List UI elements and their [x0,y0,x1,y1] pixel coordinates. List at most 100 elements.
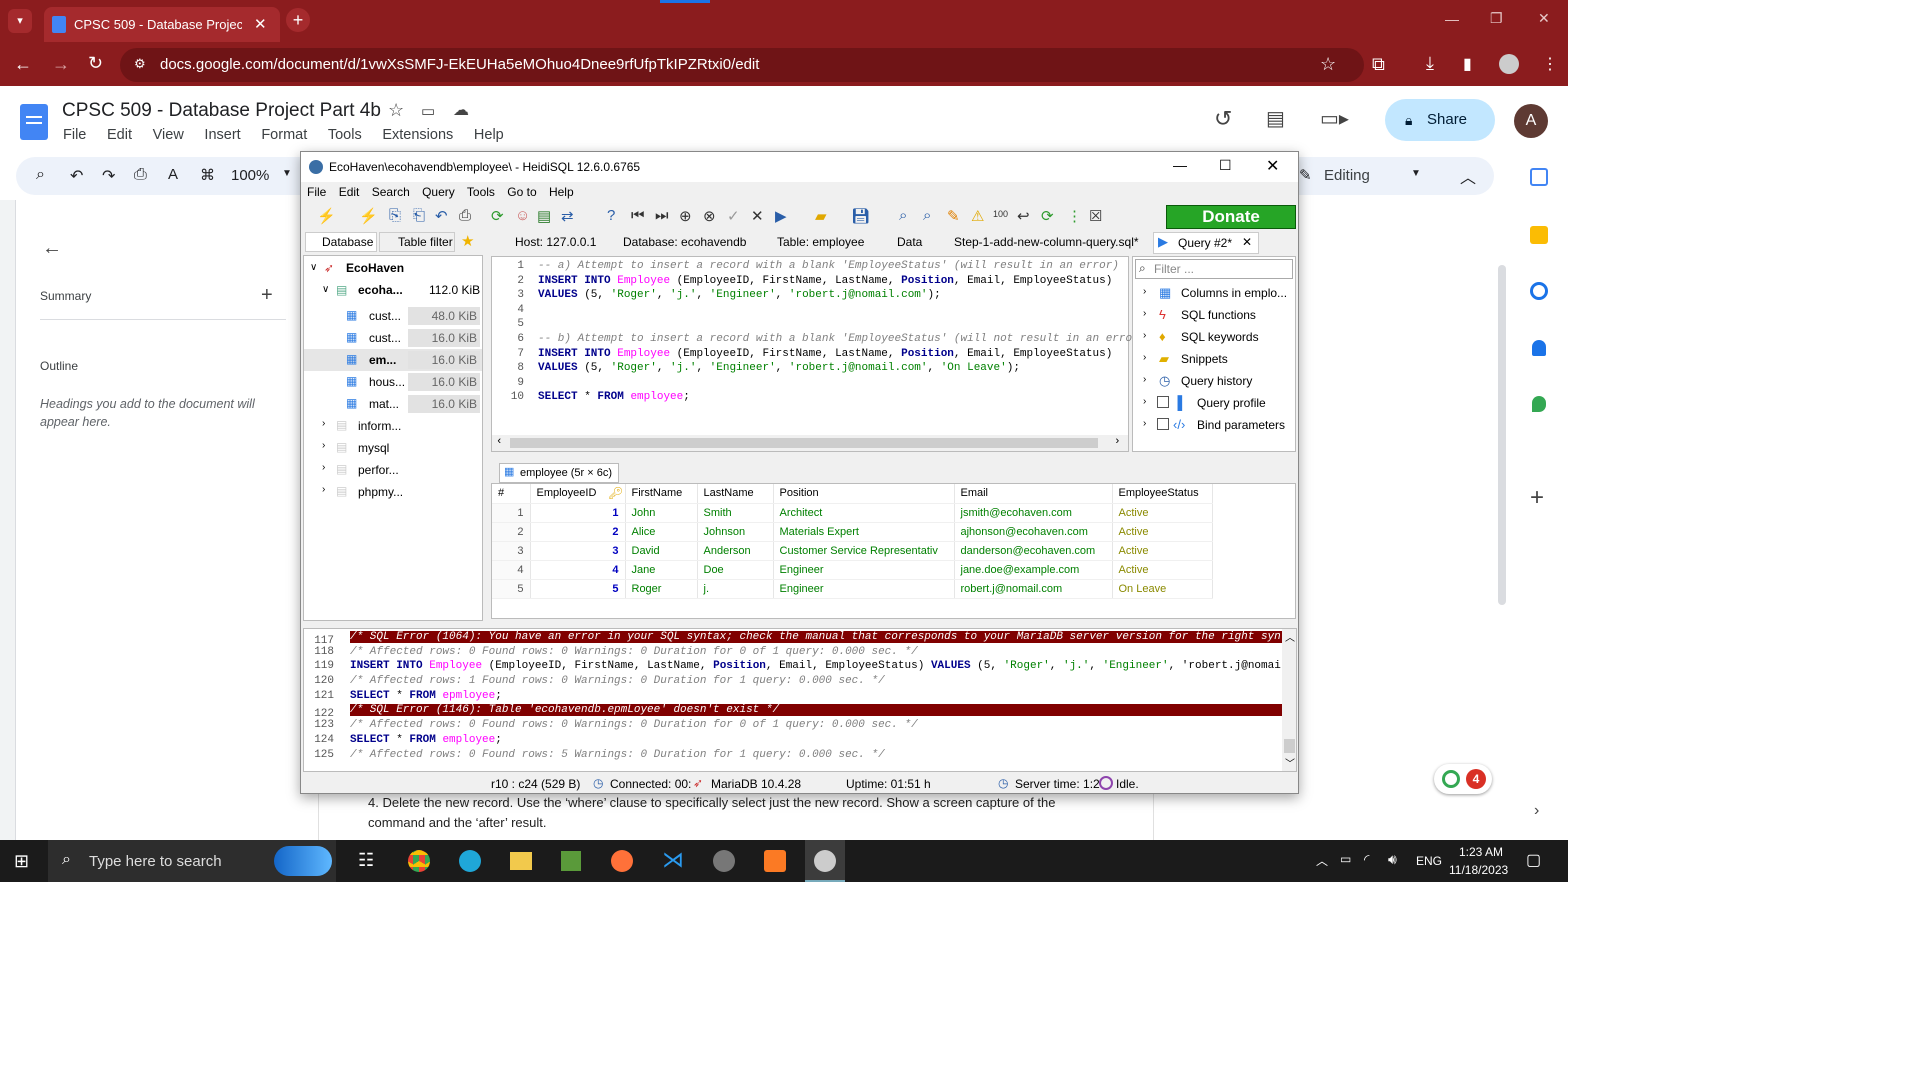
scroll-left-icon[interactable]: ‹ [496,436,503,448]
table-cell[interactable]: Roger [625,579,698,599]
clock-time[interactable]: 1:23 AM [1459,845,1503,859]
tree-expand-icon[interactable]: › [322,462,325,473]
tree-db-name[interactable]: ecoha... [358,283,403,297]
table-cell[interactable]: Doe [697,560,774,580]
new-tab-button[interactable]: + [286,8,310,32]
table-cell[interactable]: 3 [530,541,626,561]
taskbar-search[interactable]: ⌕ Type here to search [48,840,336,882]
table-row[interactable]: 2 2 Alice Johnson Materials Expert ajhonson@e… [492,522,1213,542]
table-cell[interactable]: Johnson [697,522,774,542]
disconnect-icon[interactable]: ⚡ [359,207,378,225]
menu-view[interactable]: View [153,127,184,143]
last-record-icon[interactable]: ⏭ [655,207,669,224]
menu-extensions[interactable]: Extensions [382,127,453,143]
tab-database[interactable]: Database [305,232,377,252]
menu-insert[interactable]: Insert [204,127,240,143]
table-cell[interactable]: 4 [530,560,626,580]
helper-checkbox[interactable] [1157,418,1169,430]
find-icon[interactable]: ⌕ [899,207,907,224]
table-cell[interactable]: Materials Expert [773,522,955,542]
delete-record-icon[interactable]: ⊗ [703,207,716,225]
table-cell[interactable]: Architect [773,503,955,523]
zoom-chevron-icon[interactable]: ▼ [282,168,292,179]
tree-expand-icon[interactable]: › [322,418,325,429]
table-cell[interactable]: Engineer [773,560,955,580]
result-grid[interactable]: # EmployeeID FirstName LastName Position Emai… [491,483,1296,619]
table-row[interactable]: 3 3 David Anderson Customer Service Represen… [492,541,1213,561]
tab-table-filter[interactable]: Table filter [379,232,455,252]
column-header[interactable]: EmployeeStatus [1112,484,1213,504]
table-cell[interactable]: Active [1112,560,1213,580]
table-cell[interactable]: Active [1112,541,1213,561]
table-row[interactable]: 1 1 John Smith Architect jsmith@ecohaven.com A… [492,503,1213,523]
table-cell[interactable]: John [625,503,698,523]
wrap-icon[interactable]: ↩ [1017,207,1030,225]
download-icon[interactable]: ⤓ [1426,53,1434,74]
insert-record-icon[interactable]: ⊕ [679,207,692,225]
comments-icon[interactable]: ▤ [1266,106,1285,131]
keep-icon[interactable] [1530,226,1548,244]
cancel-icon[interactable]: ✕ [751,207,764,225]
start-icon[interactable]: ⊞ [14,851,29,872]
star-icon[interactable]: ☆ [388,100,404,121]
heidi-menu-query[interactable]: Query [422,185,455,199]
menu-help[interactable]: Help [474,127,504,143]
clear-icon[interactable]: ✎ [947,207,960,225]
tab-close-icon[interactable]: ✕ [254,15,267,33]
redo-icon[interactable]: ↷ [102,166,115,186]
move-folder-icon[interactable]: ▭ [421,102,435,120]
table-cell[interactable]: 3 [492,541,531,561]
column-header[interactable]: FirstName [625,484,698,504]
undo-icon[interactable]: ↶ [70,166,83,186]
account-avatar[interactable]: A [1514,104,1548,138]
sync-icon[interactable]: ⇄ [561,207,574,225]
tab-data[interactable]: Data [897,235,922,249]
tasks-icon[interactable] [1530,282,1548,300]
table-cell[interactable]: Anderson [697,541,774,561]
log-vscrollbar[interactable]: ︿ ﹀ [1282,629,1296,771]
table-cell[interactable]: 1 [492,503,531,523]
explorer-taskbar-icon[interactable] [510,852,532,870]
table-cell[interactable]: robert.j@nomail.com [954,579,1113,599]
tree-table-item[interactable]: ▦ hous... 16.0 KiB [304,371,482,393]
table-cell[interactable]: 2 [530,522,626,542]
menu-edit[interactable]: Edit [107,127,132,143]
tree-db-item[interactable]: mysql [358,441,389,455]
binary-icon[interactable]: 100 [993,209,1008,219]
open-file-icon[interactable]: ▰ [815,207,827,225]
menu-file[interactable]: File [63,127,86,143]
app-taskbar-icon[interactable] [561,851,581,871]
restore-window-icon[interactable]: ❐ [1490,10,1503,27]
collapse-menus-icon[interactable]: ︿ [1460,164,1476,188]
task-view-icon[interactable]: ☷ [358,850,374,871]
language-indicator[interactable]: ENG [1416,854,1442,868]
bookmark-star-icon[interactable]: ☆ [1320,54,1336,75]
copy-icon[interactable]: ⎘ [389,207,401,224]
tree-table-item[interactable]: ▦ em... 16.0 KiB [304,349,482,371]
helper-expand-icon[interactable]: › [1143,418,1146,429]
tree-db-item[interactable]: phpmy... [358,485,403,499]
tree-db-item[interactable]: inform... [358,419,401,433]
table-cell[interactable]: 2 [492,522,531,542]
notifications-icon[interactable]: ▢ [1526,850,1541,870]
extensions-icon[interactable]: ⧉ [1372,54,1385,75]
tab-table[interactable]: Table: employee [777,235,864,249]
helper-item[interactable]: SQL functions [1181,308,1256,322]
table-cell[interactable]: Active [1112,522,1213,542]
helper-item[interactable]: Columns in emplo... [1181,286,1287,300]
table-cell[interactable]: jane.doe@example.com [954,560,1113,580]
column-header[interactable]: # [492,484,531,504]
side-panel-icon[interactable]: ▮ [1463,54,1472,74]
table-cell[interactable]: Customer Service Representativ [773,541,955,561]
search-icon[interactable]: ⌕ [36,166,45,184]
vscode-taskbar-icon[interactable]: ⋊ [662,847,684,873]
reload-icon[interactable]: ↻ [88,53,103,74]
maps-icon[interactable] [1532,396,1546,412]
tree-toggle-icon[interactable]: ∨ [322,284,329,295]
refresh-icon[interactable]: ⟳ [491,207,504,225]
table-row[interactable]: 5 5 Roger j. Engineer robert.j@nomail.com On L… [492,579,1213,599]
table-cell[interactable]: jsmith@ecohaven.com [954,503,1113,523]
heidi-close-icon[interactable]: ✕ [1266,156,1279,176]
site-info-icon[interactable]: ⚙ [134,56,146,72]
helper-expand-icon[interactable]: › [1143,308,1146,319]
